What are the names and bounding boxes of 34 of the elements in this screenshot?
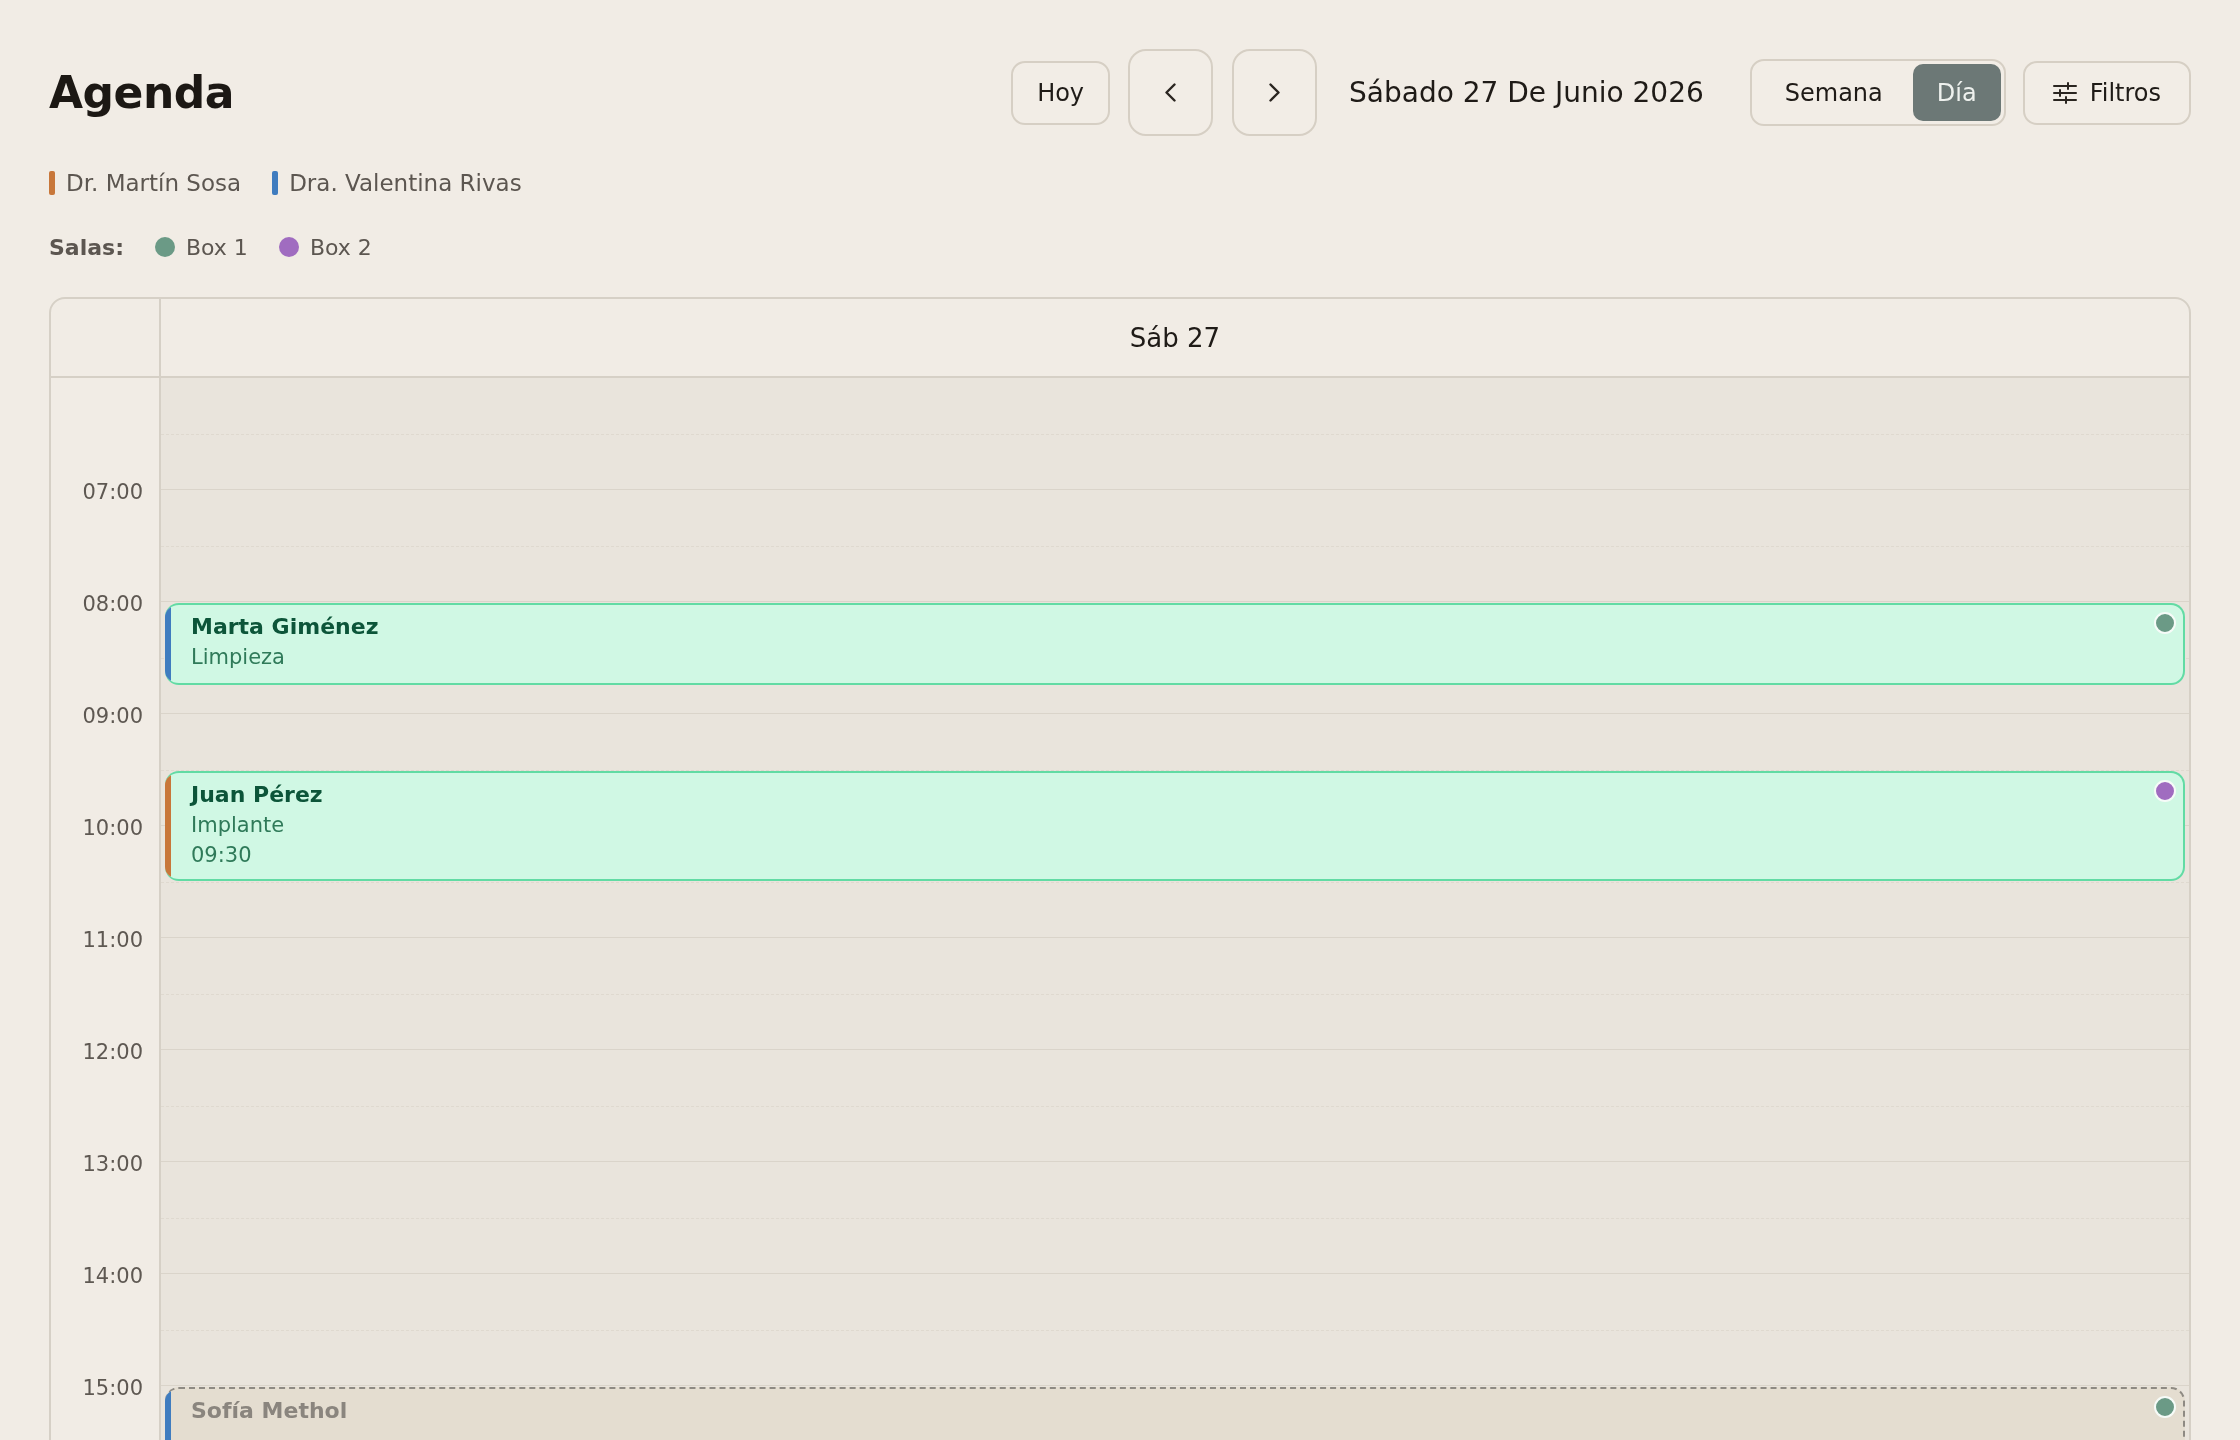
sliders-icon [2052, 81, 2077, 104]
appointment-time: 09:30 [191, 842, 252, 869]
today-button[interactable]: Hoy [1011, 60, 1111, 125]
view-tab[interactable]: Día [1912, 64, 2001, 121]
room-name: Box 1 [186, 234, 248, 260]
rooms-label: Salas: [49, 234, 124, 260]
filter-button[interactable]: Filtros [2022, 60, 2191, 125]
day-header: Sáb 27 [1129, 322, 1221, 353]
hour-label: 10:00 [82, 815, 143, 842]
appointment-card[interactable]: Juan Pérez Implante 09:30 [165, 771, 2185, 881]
doctor-name: Dra. Valentina Rivas [289, 170, 522, 196]
treatment-label: Limpieza [191, 644, 285, 671]
room-name: Box 2 [309, 234, 372, 260]
hour-label: 13:00 [82, 1151, 143, 1178]
doctor-name: Dr. Martín Sosa [66, 170, 242, 196]
hour-label: 08:00 [82, 591, 143, 618]
view-tab[interactable]: Semana [1754, 64, 1913, 121]
appointment-card[interactable]: Marta Giménez Limpieza [165, 603, 2185, 685]
patient-name: Marta Giménez [191, 613, 379, 641]
patient-name: Sofía Methol [191, 1397, 348, 1425]
previous-button[interactable] [1128, 49, 1214, 136]
hour-label: 14:00 [82, 1263, 143, 1290]
hour-label: 11:00 [82, 927, 143, 954]
date-label: Sábado 27 De Junio 2026 [1349, 76, 1704, 109]
next-button[interactable] [1232, 49, 1318, 136]
hour-label: 12:00 [82, 1039, 143, 1066]
patient-name: Juan Pérez [191, 781, 323, 809]
hour-label: 15:00 [82, 1375, 143, 1402]
hour-label: 07:00 [82, 479, 143, 506]
chevron-left-icon [1165, 83, 1177, 102]
chevron-right-icon [1269, 83, 1281, 102]
hour-label: 09:00 [82, 703, 143, 730]
page-title: Agenda [49, 67, 234, 118]
treatment-label: Implante [191, 812, 285, 839]
